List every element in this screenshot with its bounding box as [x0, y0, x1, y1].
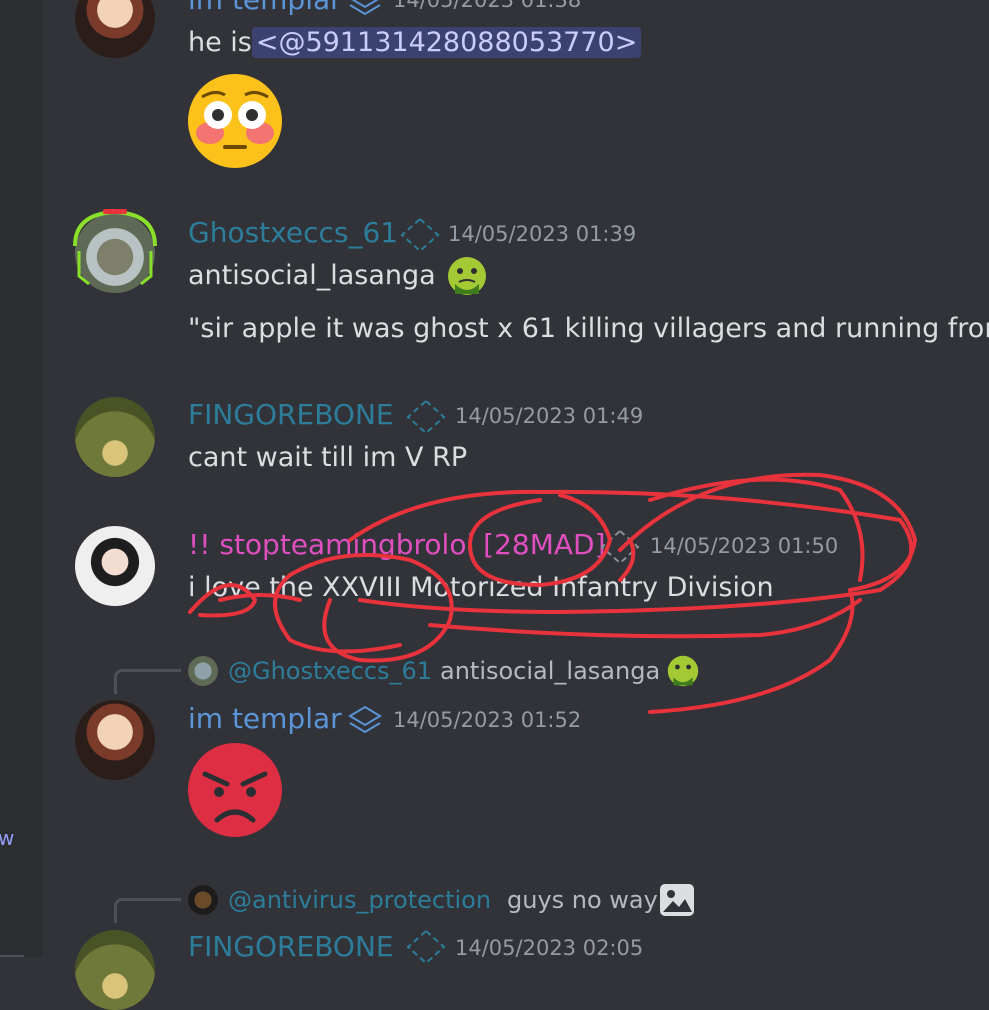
channel-sidebar-edge: w [0, 0, 42, 957]
author-name[interactable]: FINGOREBONE [188, 398, 394, 432]
author-name[interactable]: FINGOREBONE [188, 930, 394, 964]
reply-avatar[interactable] [188, 885, 218, 915]
author-name[interactable]: !! stopteamingbrolol [28MAD] [188, 528, 606, 562]
message-content: antisocial_lasanga [188, 259, 436, 293]
author-name[interactable]: Ghostxeccs_61 [188, 216, 398, 250]
avatar-fingorebone[interactable] [75, 397, 155, 477]
avatar-stopteamingbrolol[interactable] [75, 526, 155, 606]
timestamp: 14/05/2023 01:38 [393, 0, 582, 12]
avatar-decoration-icon [73, 209, 157, 286]
message-text: cant wait till im V RP [188, 442, 468, 473]
nauseated-emoji-icon [667, 655, 699, 687]
author-name-text[interactable]: !! stopteamingbrolol [28MAD] [188, 528, 606, 561]
reply-preview[interactable]: guys no way [507, 886, 658, 914]
author-name-text[interactable]: im templar [188, 702, 342, 735]
author-name-text[interactable]: FINGOREBONE [188, 398, 394, 431]
timestamp: 14/05/2023 01:49 [455, 404, 644, 428]
annotation-scribble [188, 472, 918, 714]
diamond-badge-icon[interactable] [400, 217, 440, 253]
diamond-badge-icon[interactable] [406, 929, 446, 965]
reply-author[interactable]: @Ghostxeccs_61 [228, 657, 432, 685]
author-name-text[interactable]: im templar [188, 0, 342, 16]
diamond-badge-icon[interactable] [406, 399, 446, 435]
nauseated-emoji-icon [448, 257, 486, 295]
timestamp: 14/05/2023 02:05 [455, 936, 644, 960]
timestamp: 14/05/2023 01:39 [448, 222, 637, 246]
message-text: he is [188, 27, 252, 58]
avatar-fingorebone[interactable] [75, 930, 155, 1010]
flushed-emoji-icon [188, 74, 282, 168]
chevron-badge-icon[interactable] [346, 0, 384, 18]
message-text: "sir apple it was ghost x 61 killing vil… [188, 313, 989, 344]
message-content: i love the XXVIII Motorized Infantry Div… [188, 571, 774, 605]
message-text: i love the XXVIII Motorized Infantry Div… [188, 572, 774, 603]
reply-preview[interactable]: antisocial_lasanga [440, 657, 660, 685]
author-name-text[interactable]: FINGOREBONE [188, 930, 394, 963]
avatar-im-templar[interactable] [75, 0, 155, 58]
author-name[interactable]: im templar [188, 702, 342, 736]
message-text: antisocial_lasanga [188, 260, 436, 291]
timestamp: 14/05/2023 01:50 [650, 534, 839, 558]
author-name-text[interactable]: Ghostxeccs_61 [188, 216, 398, 249]
message-content-line2: "sir apple it was ghost x 61 killing vil… [188, 312, 989, 346]
reply-connector [114, 898, 181, 923]
reply-connector [114, 669, 181, 694]
angry-emoji-icon [188, 743, 282, 837]
author-name[interactable]: im templar [188, 0, 342, 17]
diamond-badge-icon[interactable] [600, 529, 640, 565]
message-content: cant wait till im V RP [188, 441, 467, 475]
reply-avatar[interactable] [188, 656, 218, 686]
user-mention[interactable]: <@591131428088053770> [251, 27, 642, 58]
reply-author[interactable]: @antivirus_protection [228, 886, 491, 914]
chevron-badge-icon[interactable] [346, 704, 384, 738]
avatar-im-templar[interactable] [75, 700, 155, 780]
message-content: he is <@591131428088053770> [188, 26, 642, 60]
timestamp: 14/05/2023 01:52 [393, 708, 582, 732]
image-attachment-icon[interactable] [659, 883, 695, 917]
sidebar-text-fragment: w [0, 826, 15, 850]
